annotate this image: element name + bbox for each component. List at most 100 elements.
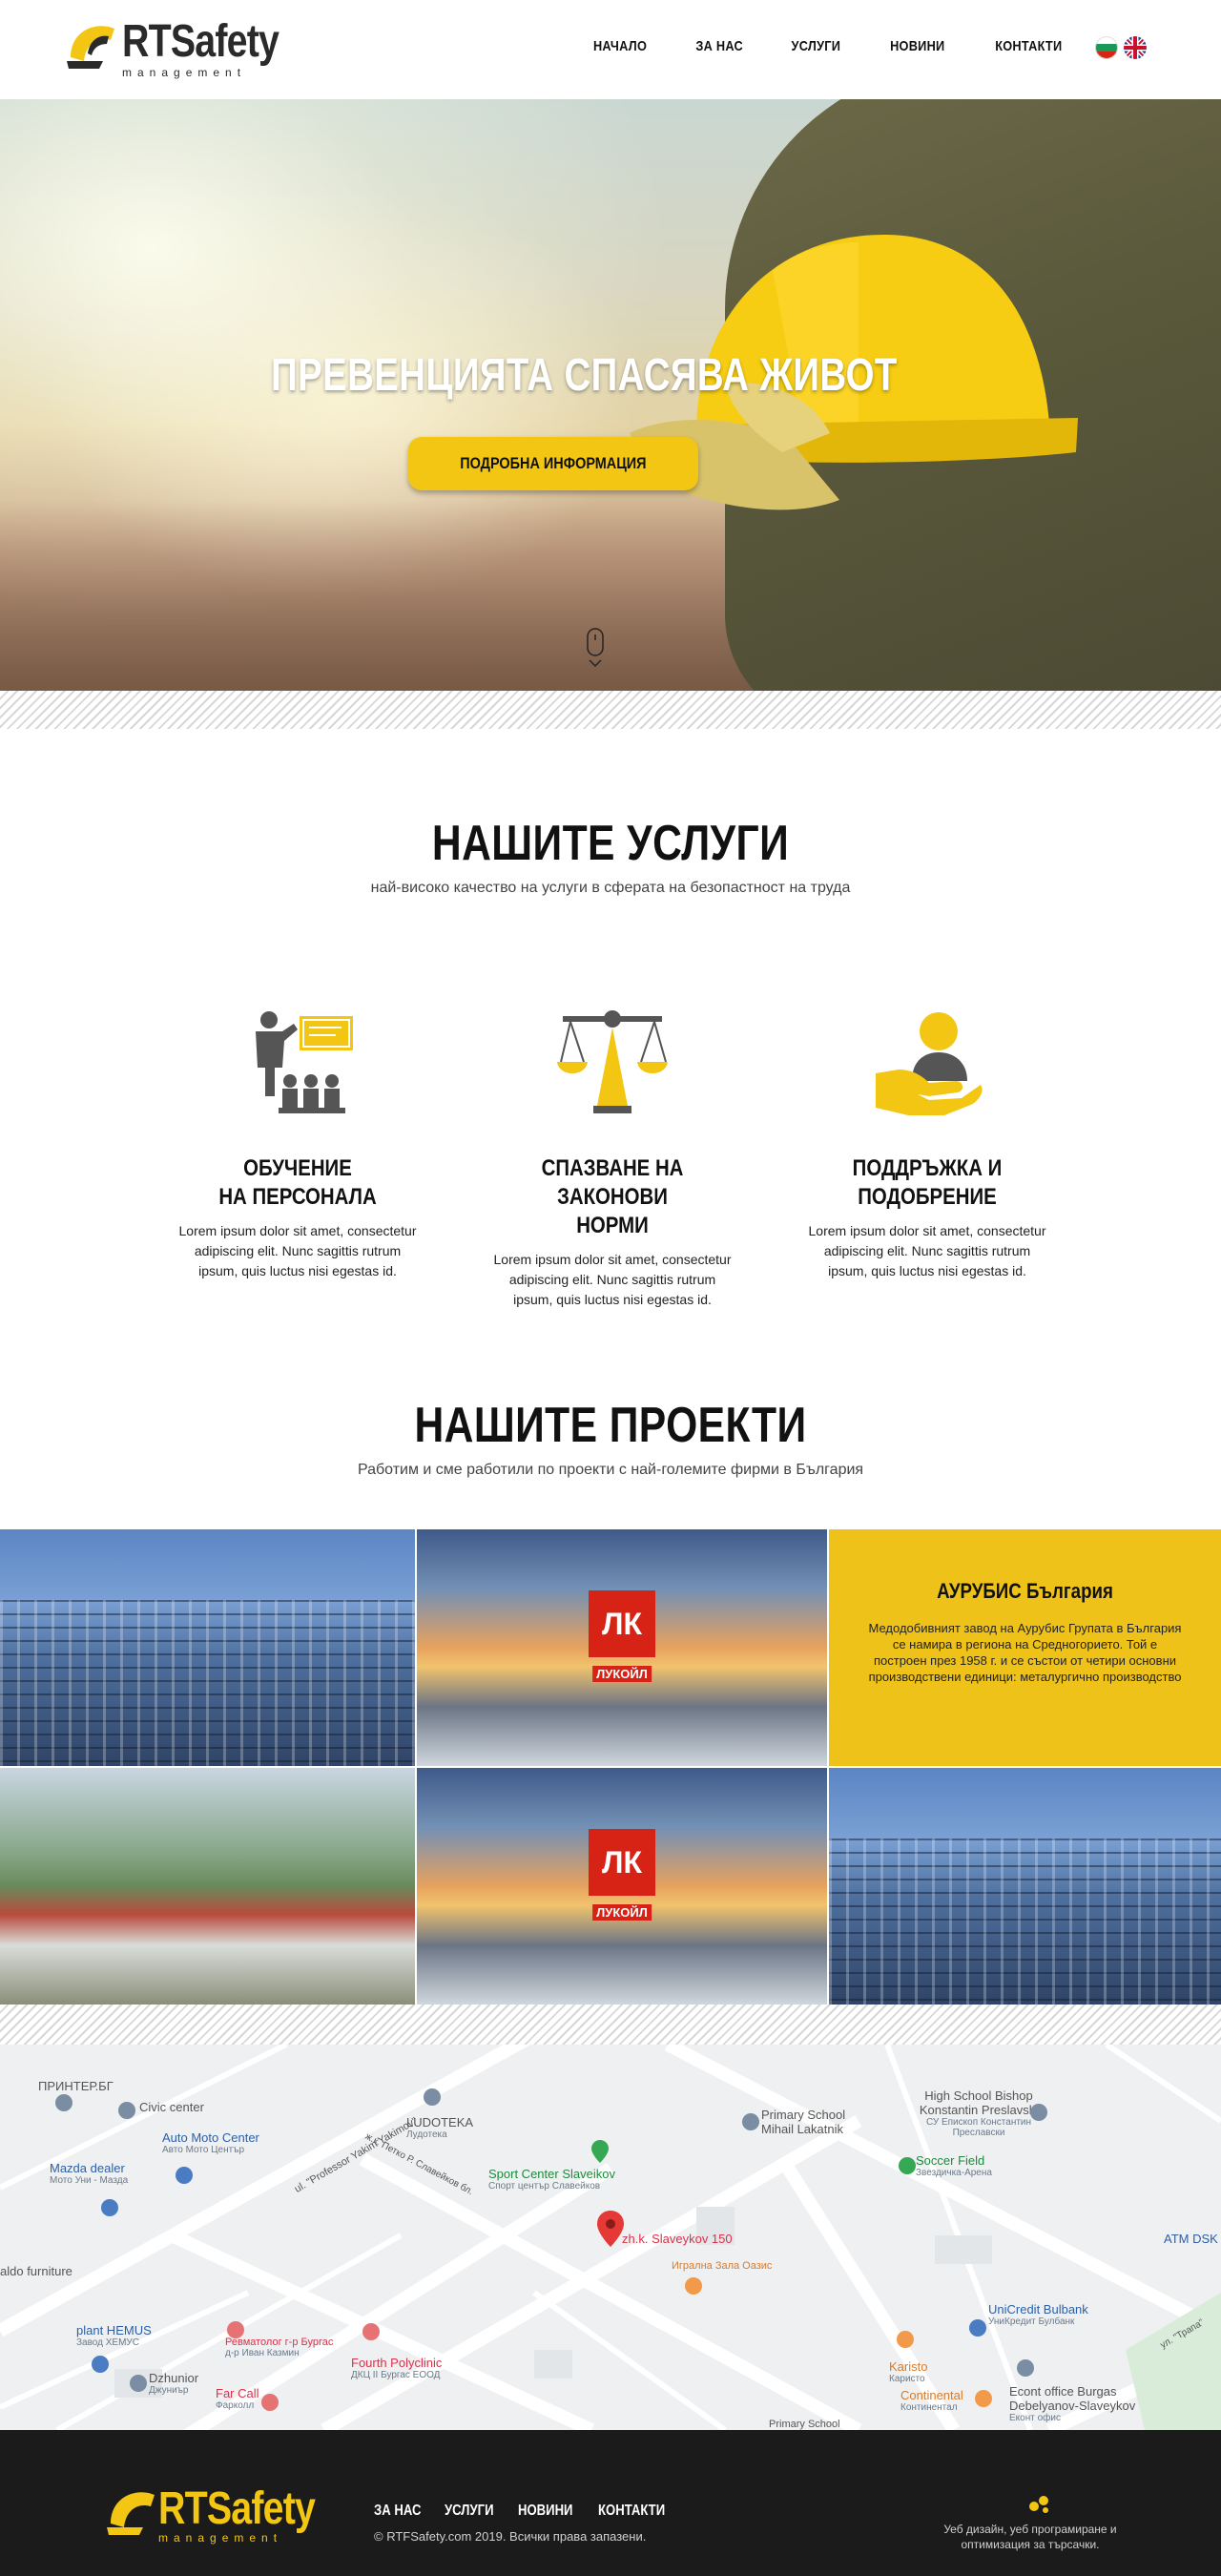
map-label-sub: Спорт център Славейков	[488, 2181, 601, 2192]
project-tile-lukoil[interactable]: ЛК ЛУКОЙЛ	[417, 1529, 827, 1766]
map-label: Far Call Фарколл	[216, 2386, 259, 2411]
project-tile-lukoil-2[interactable]: ЛК ЛУКОЙЛ	[417, 1768, 827, 2005]
map-label-text: Soccer Field	[916, 2153, 985, 2168]
site-logo[interactable]: RTSafety management	[65, 17, 313, 80]
logo-tagline: management	[122, 66, 247, 79]
hatch-divider	[0, 2005, 1221, 2045]
map-poi-icon[interactable]	[899, 2157, 916, 2174]
footer-copyright: © RTFSafety.com 2019. Всички права запаз…	[374, 2529, 647, 2544]
project-tile-office-building-2[interactable]	[829, 1768, 1221, 2005]
nav-item-about[interactable]: ЗА НАС	[695, 38, 743, 54]
lukoil-label: ЛУКОЙЛ	[592, 1904, 652, 1922]
footer-nav-contacts[interactable]: КОНТАКТИ	[598, 2503, 665, 2520]
map-label-sub: д-р Иван Казмин	[225, 2348, 300, 2358]
footer-logo-wordmark: RTSafety	[158, 2483, 316, 2534]
service-description: Lorem ipsum dolor sit amet, consectetur …	[808, 1223, 1046, 1278]
project-tile-aurubis-info[interactable]: АУРУБИС България Медодобивният завод на …	[829, 1529, 1221, 1766]
scales-icon	[557, 1010, 668, 1113]
footer-nav-news[interactable]: НОВИНИ	[518, 2503, 572, 2520]
map-label: Mazda dealer Мото Уни - Мазда	[50, 2161, 128, 2186]
map-label-text: plant HEMUS	[76, 2323, 152, 2337]
bulgaria-flag-icon[interactable]	[1095, 36, 1118, 59]
developer-logo-icon[interactable]	[1024, 2493, 1055, 2516]
map-poi-icon[interactable]	[685, 2277, 702, 2295]
map-label-text: Ревматолог г-р Бургас	[225, 2337, 334, 2348]
footer-developer-credit[interactable]: Уеб дизайн, уеб програмиране и оптимизац…	[916, 2522, 1145, 2552]
map-poi-icon[interactable]	[130, 2375, 147, 2392]
map-label-sub: СУ Епископ Константин Преславски	[925, 2117, 1032, 2138]
nav-item-contacts[interactable]: КОНТАКТИ	[996, 38, 1063, 54]
service-legal: СПАЗВАНЕ НА ЗАКОНОВИ НОРМИ Lorem ipsum do…	[488, 1007, 736, 1310]
map-label: Soccer Field Звездичка-Арена	[916, 2153, 992, 2178]
training-icon	[256, 1011, 353, 1113]
footer-logo[interactable]: RTSafety management	[105, 2485, 349, 2545]
lukoil-label: ЛУКОЙЛ	[592, 1666, 652, 1683]
map-label-text: Sport Center Slaveikov	[488, 2167, 615, 2181]
more-info-button[interactable]: ПОДРОБНА ИНФОРМАЦИЯ	[408, 437, 698, 490]
footer-nav: ЗА НАС УСЛУГИ НОВИНИ КОНТАКТИ	[374, 2503, 680, 2520]
map-poi-icon[interactable]	[742, 2113, 759, 2130]
map-label: Civic center	[139, 2100, 204, 2114]
nav-item-news[interactable]: НОВИНИ	[890, 38, 944, 54]
nav-item-home[interactable]: НАЧАЛО	[593, 38, 647, 54]
map-label: Primary School Mihail Lakatnik	[761, 2108, 846, 2136]
projects-subtitle: Работим и сме работили по проекти с най-…	[357, 1462, 864, 1478]
map-poi-icon[interactable]	[55, 2094, 72, 2111]
main-nav: НАЧАЛО ЗА НАС УСЛУГИ НОВИНИ КОНТАКТИ	[589, 38, 1068, 54]
map-poi-icon[interactable]	[101, 2199, 118, 2216]
helmet-logo-icon	[67, 26, 114, 69]
project-tile-aurubis-plant[interactable]	[0, 1768, 415, 2005]
map-poi-icon[interactable]	[118, 2102, 135, 2119]
map-poi-icon[interactable]	[261, 2394, 279, 2411]
map-poi-icon[interactable]	[176, 2167, 193, 2184]
map-poi-icon[interactable]	[975, 2390, 992, 2407]
map-label-sub: Авто Мото Център	[162, 2145, 245, 2155]
location-map[interactable]: ПРИНТЕР.БГ Civic center Auto Moto Center…	[0, 2045, 1221, 2430]
map-label: plant HEMUS Завод ХЕМУС	[76, 2323, 152, 2348]
map-label-text: Econt office Burgas Debelyanov-Slaveykov	[1009, 2384, 1136, 2413]
services-title: НАШИТЕ УСЛУГИ	[431, 816, 790, 871]
map-label-sub: Еконт офис	[1009, 2413, 1061, 2423]
map-label-text: Mazda dealer	[50, 2161, 125, 2175]
service-training: ОБУЧЕНИЕ НА ПЕРСОНАЛА Lorem ipsum dolor s…	[174, 1007, 422, 1281]
map-label: Sport Center Slaveikov Спорт център Славе…	[488, 2167, 615, 2192]
logo-wordmark: RTSafety	[122, 16, 279, 67]
uk-flag-icon[interactable]	[1124, 36, 1147, 59]
map-label: zh.k. Slaveykov 150	[622, 2232, 733, 2246]
map-label-text: Fourth Polyclinic	[351, 2356, 443, 2370]
map-label-text: UniCredit Bulbank	[988, 2302, 1088, 2316]
support-hand-icon	[876, 1012, 983, 1115]
map-poi-icon[interactable]	[227, 2321, 244, 2338]
map-label: High School Bishop Konstantin Preslavski…	[912, 2088, 1045, 2138]
map-poi-icon[interactable]	[424, 2088, 441, 2106]
map-poi-icon[interactable]	[362, 2323, 380, 2340]
map-label: aldo furniture	[0, 2264, 72, 2278]
map-label-sub: ДКЦ II Бургас ЕООД	[351, 2370, 441, 2380]
map-poi-icon[interactable]	[1017, 2359, 1034, 2377]
lukoil-logo-icon: ЛК	[589, 1590, 655, 1658]
map-label-text: Far Call	[216, 2386, 259, 2400]
nav-item-services[interactable]: УСЛУГИ	[792, 38, 841, 54]
map-poi-icon[interactable]	[1030, 2104, 1047, 2121]
scroll-down-icon[interactable]	[586, 628, 605, 670]
location-pin-icon[interactable]	[597, 2211, 624, 2247]
map-label-sub: Мото Уни - Мазда	[50, 2175, 129, 2186]
map-label: Fourth Polyclinic ДКЦ II Бургас ЕООД	[351, 2356, 442, 2380]
footer-nav-about[interactable]: ЗА НАС	[374, 2503, 421, 2520]
hero-title: ПРЕВЕНЦИЯТА СПАСЯВА ЖИВОТ	[271, 350, 898, 401]
project-tile-office-building[interactable]	[0, 1529, 415, 1766]
map-label-text: Continental	[900, 2388, 963, 2402]
map-label-text: Auto Moto Center	[162, 2130, 259, 2145]
map-label-sub: Континентал	[900, 2402, 958, 2413]
map-label-text: High School Bishop Konstantin Preslavski	[919, 2088, 1039, 2117]
footer-nav-services[interactable]: УСЛУГИ	[445, 2503, 494, 2520]
map-poi-icon[interactable]	[897, 2331, 914, 2348]
map-label: ATM DSK	[1164, 2232, 1218, 2246]
map-label-text: Karisto	[889, 2359, 928, 2374]
map-label: Econt office Burgas Debelyanov-Slaveykov…	[1009, 2384, 1152, 2423]
map-poi-icon[interactable]	[92, 2356, 109, 2373]
service-support: ПОДДРЪЖКА И ПОДОБРЕНИЕ Lorem ipsum dolor …	[803, 1007, 1051, 1281]
map-poi-icon[interactable]	[969, 2319, 986, 2337]
park-pin-icon[interactable]	[591, 2140, 609, 2163]
map-label-sub: УниКредит Булбанк	[988, 2316, 1075, 2327]
